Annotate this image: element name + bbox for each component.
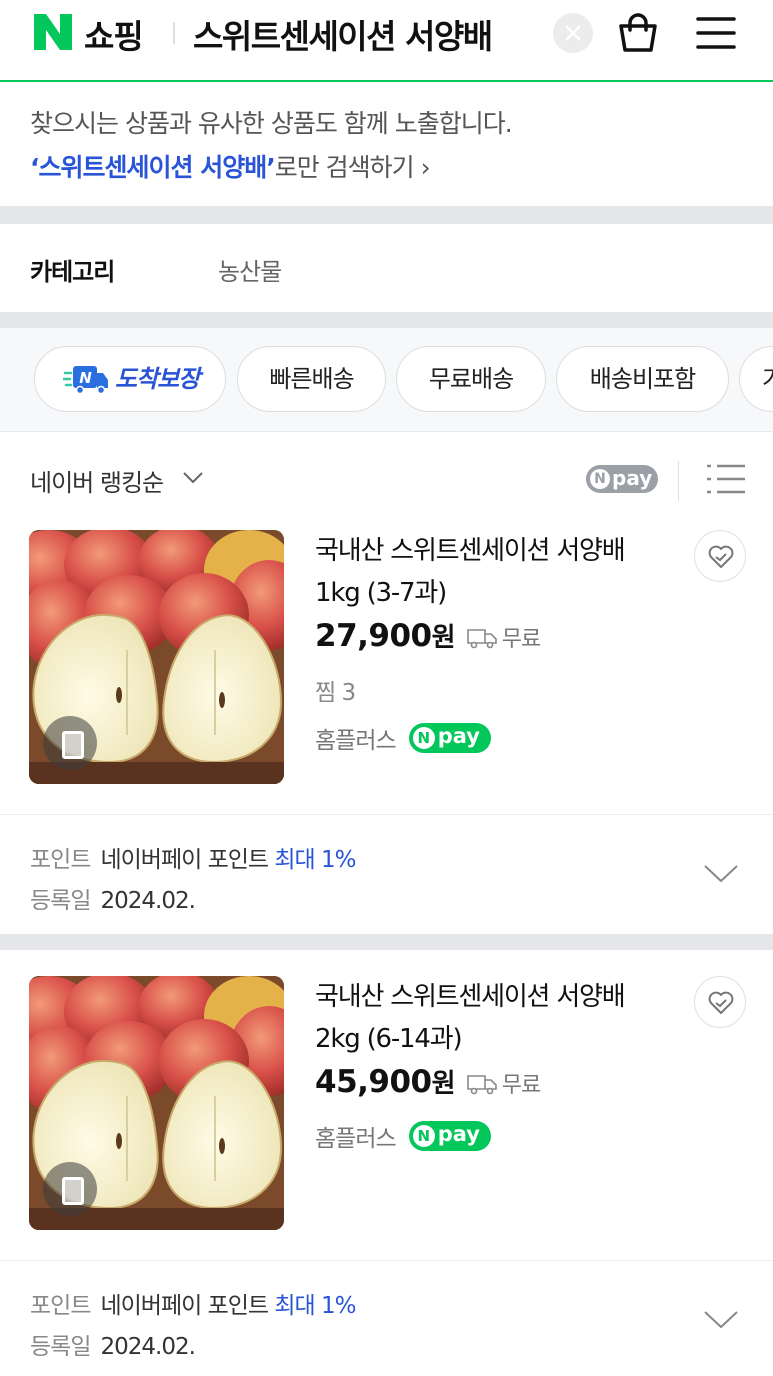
wishlist-count: 찜 3	[315, 680, 356, 706]
npay-badge: N pay	[408, 723, 491, 753]
filter-chip-free-shipping[interactable]: 무료배송	[396, 346, 546, 412]
price-row: 45,900원 무료	[315, 1063, 541, 1103]
sort-bar: 네이버 랭킹순 N pay	[0, 433, 773, 525]
seller-row: 홈플러스 N pay	[315, 1119, 491, 1153]
points-row: 포인트 네이버페이 포인트 최대 1%	[30, 840, 357, 874]
price-row: 27,900원 무료	[315, 617, 541, 657]
section-divider	[0, 312, 773, 328]
npay-badge: N pay	[408, 1121, 491, 1151]
npay-n-icon: N	[412, 727, 435, 749]
heart-check-icon	[708, 991, 734, 1014]
points-key: 포인트	[30, 1293, 91, 1319]
delivery-truck-icon: N	[63, 366, 108, 394]
wishlist-button[interactable]	[694, 976, 746, 1028]
npay-filter-n-icon: N	[590, 469, 610, 489]
points-key: 포인트	[30, 847, 91, 873]
product-card[interactable]: 국내산 스위트센세이션 서양배 2kg (6-14과) 45,900원 무료 홈…	[0, 971, 773, 1254]
product-title[interactable]: 국내산 스위트센세이션 서양배 2kg (6-14과)	[315, 976, 670, 1060]
shipping-fee: 무료	[501, 627, 541, 652]
exact-search-query[interactable]: ‘스위트센세이션 서양배’	[30, 153, 276, 182]
product-card[interactable]: 국내산 스위트센세이션 서양배 1kg (3-7과) 27,900원 무료 찜 …	[0, 525, 773, 808]
product-price: 27,900	[315, 618, 432, 654]
wishlist-button[interactable]	[694, 530, 746, 582]
category-value[interactable]: 농산물	[218, 252, 282, 287]
product-image[interactable]	[29, 976, 284, 1230]
filter-chip-shipping-included[interactable]: 배송비포함	[556, 346, 729, 412]
svg-text:N: N	[79, 369, 92, 387]
naver-logo-icon[interactable]	[34, 14, 72, 50]
registration-row: 등록일 2024.02.	[30, 1327, 196, 1361]
registration-date: 2024.02.	[100, 888, 195, 914]
exact-search-link[interactable]: ‘스위트센세이션 서양배’로만 검색하기 ›	[30, 148, 431, 184]
currency-unit: 원	[431, 623, 456, 653]
shipping-truck-icon	[466, 1075, 497, 1095]
heart-check-icon	[708, 545, 734, 568]
list-view-icon[interactable]	[705, 463, 747, 495]
expand-chevron-down-icon[interactable]	[703, 863, 739, 885]
exact-search-suffix[interactable]: 로만 검색하기 ›	[275, 153, 431, 182]
points-row: 포인트 네이버페이 포인트 최대 1%	[30, 1286, 357, 1320]
shopping-bag-icon[interactable]	[615, 10, 661, 56]
points-highlight: 최대 1%	[274, 847, 356, 873]
category-label: 카테고리	[30, 258, 115, 286]
seller-name[interactable]: 홈플러스	[315, 1126, 397, 1152]
points-highlight: 최대 1%	[274, 1293, 356, 1319]
close-icon	[565, 25, 581, 41]
points-value: 네이버페이 포인트	[100, 1293, 269, 1319]
npay-filter-toggle[interactable]: N pay	[586, 465, 658, 493]
notice-text: 찾으시는 상품과 유사한 상품도 함께 노출합니다.	[30, 109, 513, 138]
registration-key: 등록일	[30, 888, 91, 914]
registration-row: 등록일 2024.02.	[30, 881, 196, 915]
clear-search-button[interactable]	[553, 13, 593, 53]
hamburger-menu-icon[interactable]	[694, 14, 738, 52]
section-divider	[0, 206, 773, 224]
similar-products-notice: 찾으시는 상품과 유사한 상품도 함께 노출합니다. ‘스위트센세이션 서양배’…	[0, 84, 773, 206]
shipping-fee: 무료	[501, 1073, 541, 1098]
shopping-logo-text[interactable]: 쇼핑	[84, 10, 144, 58]
image-gallery-badge-icon	[43, 716, 97, 770]
header-divider	[173, 22, 175, 44]
npay-filter-label: pay	[612, 466, 653, 490]
sort-bar-divider	[678, 461, 679, 501]
currency-unit: 원	[431, 1069, 456, 1099]
chip-label: 도착보장	[115, 365, 200, 393]
filter-chip-bar[interactable]: N 도착보장 빠른배송 무료배송 배송비포함 가	[0, 328, 773, 432]
points-value: 네이버페이 포인트	[100, 847, 269, 873]
shipping-truck-icon	[466, 629, 497, 649]
npay-label: pay	[437, 724, 480, 748]
expand-chevron-down-icon[interactable]	[703, 1309, 739, 1331]
npay-n-icon: N	[412, 1125, 435, 1147]
seller-row: 홈플러스 N pay	[315, 721, 491, 755]
product-points-section[interactable]: 포인트 네이버페이 포인트 최대 1% 등록일 2024.02.	[0, 814, 773, 932]
sort-dropdown[interactable]: 네이버 랭킹순	[30, 463, 164, 498]
category-row[interactable]: 카테고리 농산물	[0, 224, 773, 312]
chevron-down-icon[interactable]	[182, 471, 204, 485]
seller-name[interactable]: 홈플러스	[315, 728, 397, 754]
product-title[interactable]: 국내산 스위트센세이션 서양배 1kg (3-7과)	[315, 530, 670, 614]
top-header: 쇼핑 스위트센세이션 서양배	[0, 0, 773, 82]
filter-chip-fast-delivery[interactable]: 빠른배송	[237, 346, 386, 412]
image-gallery-badge-icon	[43, 1162, 97, 1216]
product-points-section[interactable]: 포인트 네이버페이 포인트 최대 1% 등록일 2024.02.	[0, 1260, 773, 1376]
search-input[interactable]: 스위트센세이션 서양배	[193, 10, 493, 58]
npay-label: pay	[437, 1122, 480, 1146]
product-price: 45,900	[315, 1064, 432, 1100]
product-image[interactable]	[29, 530, 284, 784]
registration-date: 2024.02.	[100, 1334, 195, 1360]
section-divider	[0, 934, 773, 950]
filter-chip-more[interactable]: 가	[739, 346, 773, 412]
filter-chip-arrival-guarantee[interactable]: N 도착보장	[34, 346, 226, 412]
registration-key: 등록일	[30, 1334, 91, 1360]
